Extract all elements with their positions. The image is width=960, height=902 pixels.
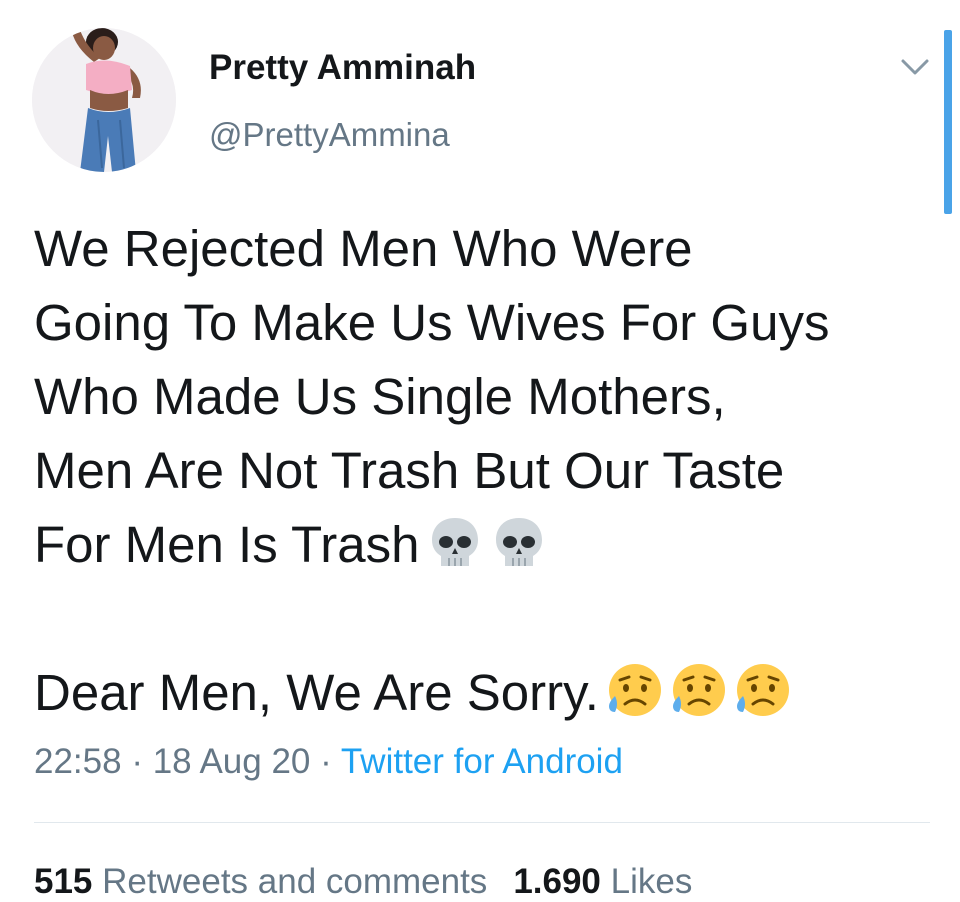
avatar[interactable] <box>32 28 176 172</box>
sad-relieved-face-icon <box>608 664 661 716</box>
tweet-line: Going To Make Us Wives For Guys <box>34 294 830 351</box>
tweet-source-link[interactable]: Twitter for Android <box>341 742 623 781</box>
likes-count: 1.690 <box>513 862 601 901</box>
meta-separator: · <box>320 742 332 781</box>
display-name[interactable]: Pretty Amminah <box>209 48 476 88</box>
scrollbar[interactable] <box>944 30 952 214</box>
tweet-text: We Rejected Men Who Were Going To Make U… <box>34 212 934 730</box>
tweet-line: We Rejected Men Who Were <box>34 220 693 277</box>
tweet-stats: 515 Retweets and comments 1.690 Likes <box>34 862 692 902</box>
avatar-image <box>32 28 176 172</box>
tweet-date[interactable]: 18 Aug 20 <box>153 742 311 781</box>
likes-stat[interactable]: 1.690 Likes <box>513 862 692 901</box>
divider <box>34 822 930 823</box>
tweet-line: Men Are Not Trash But Our Taste <box>34 442 785 499</box>
tweet-line: Dear Men, We Are Sorry. <box>34 664 599 721</box>
meta-separator: · <box>131 742 143 781</box>
sad-relieved-face-icon <box>736 664 789 716</box>
retweets-stat[interactable]: 515 Retweets and comments <box>34 862 487 901</box>
tweet-line: Who Made Us Single Mothers, <box>34 368 726 425</box>
retweets-count: 515 <box>34 862 93 901</box>
tweet-line-with-emoji: Dear Men, We Are Sorry. <box>34 656 934 730</box>
user-handle[interactable]: @PrettyAmmina <box>209 116 450 154</box>
tweet-card: Pretty Amminah @PrettyAmmina We Rejected… <box>0 0 960 901</box>
likes-label: Likes <box>610 862 693 901</box>
tweet-meta: 22:58 · 18 Aug 20 · Twitter for Android <box>34 742 623 782</box>
skull-icon <box>496 518 543 566</box>
skull-icon <box>432 518 479 566</box>
chevron-down-icon[interactable] <box>897 52 933 82</box>
sad-relieved-face-icon <box>672 664 725 716</box>
tweet-line-with-emoji: For Men Is Trash <box>34 508 934 582</box>
tweet-line: For Men Is Trash <box>34 516 420 573</box>
retweets-label: Retweets and comments <box>102 862 488 901</box>
tweet-time[interactable]: 22:58 <box>34 742 122 781</box>
